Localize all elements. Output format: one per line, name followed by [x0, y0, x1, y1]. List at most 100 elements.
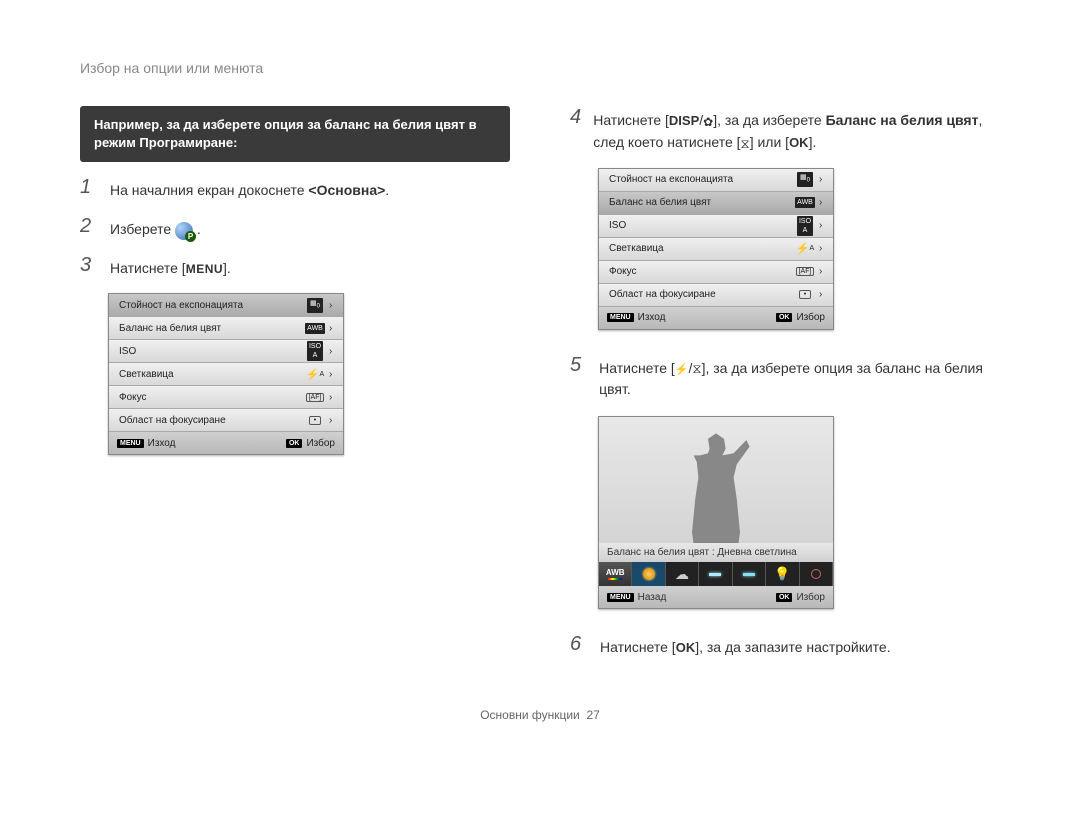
menu-label: Баланс на белия цвят	[609, 197, 791, 208]
step-6: 6 Натиснете [OK], за да запазите настрой…	[570, 633, 1000, 658]
footer-exit-label: Изход	[148, 438, 176, 449]
camera-menu-screenshot-2: Стойност на експонацията ▦0 › Баланс на …	[598, 168, 834, 330]
af-icon: [AF]	[791, 267, 819, 276]
program-mode-icon	[175, 222, 193, 240]
wb-auto-icon: AWB	[795, 197, 815, 208]
chevron-right-icon: ›	[329, 300, 339, 311]
wb-label-value: Дневна светлина	[717, 547, 796, 558]
flash-icon	[675, 358, 689, 379]
exposure-icon: ▦0	[307, 298, 323, 312]
menu-row-focus-area: Област на фокусиране • ›	[599, 284, 833, 307]
menu-row-wb-selected: Баланс на белия цвят AWB ›	[599, 192, 833, 215]
chevron-right-icon: ›	[819, 220, 829, 231]
menu-label: Стойност на експонацията	[119, 300, 301, 311]
menu-badge-icon: MENU	[117, 439, 144, 448]
ok-badge-icon: OK	[776, 593, 793, 602]
chevron-right-icon: ›	[329, 369, 339, 380]
menu-row-iso: ISO ISOA ›	[599, 215, 833, 238]
left-column: Например, за да изберете опция за баланс…	[80, 106, 510, 658]
footer-section-label: Основни функции	[480, 708, 580, 722]
step-number: 5	[570, 354, 589, 377]
step-4-text-e: ].	[809, 134, 817, 150]
preview-footer: MENUНазад OKИзбор	[599, 586, 833, 608]
wb-value-label: Баланс на белия цвят : Дневна светлина	[599, 543, 833, 562]
menu-footer: MENU Изход OKИзбор	[599, 307, 833, 329]
step-4: 4 Натиснете [DISP/], за да изберете Бала…	[570, 106, 1000, 154]
menu-row-iso: ISO ISOA ›	[109, 340, 343, 363]
menu-badge-icon: MENU	[607, 593, 634, 602]
step-number: 4	[570, 106, 583, 129]
wb-tungsten-icon: 💡	[766, 562, 799, 586]
step-1: 1 На началния екран докоснете <Основна>.	[80, 176, 510, 201]
exposure-icon: ▦0	[797, 172, 813, 186]
step-number: 1	[80, 176, 100, 199]
flash-auto-icon: A	[301, 368, 329, 381]
step-3-text-a: Натиснете [	[110, 260, 186, 276]
step-1-text-a: На началния екран докоснете	[110, 182, 308, 198]
menu-row-flash: Светкавица A ›	[599, 238, 833, 261]
footer-exit-label: Изход	[638, 312, 666, 323]
menu-row-focus: Фокус [AF] ›	[599, 261, 833, 284]
step-number: 2	[80, 215, 100, 238]
timer-icon	[741, 133, 750, 154]
flash-auto-icon: A	[791, 242, 819, 255]
menu-label-icon: MENU	[186, 262, 223, 276]
focus-area-icon: •	[301, 416, 329, 425]
preview-image-area	[599, 417, 833, 543]
example-note: Например, за да изберете опция за баланс…	[80, 106, 510, 162]
ok-badge-icon: OK	[776, 313, 793, 322]
menu-label: ISO	[119, 346, 301, 357]
step-4-text-a: Натиснете [	[593, 112, 669, 128]
menu-row-flash: Светкавица A ›	[109, 363, 343, 386]
footer-select-label: Избор	[796, 312, 825, 323]
chevron-right-icon: ›	[329, 346, 339, 357]
menu-badge-icon: MENU	[607, 313, 634, 322]
camera-menu-screenshot-1: Стойност на експонацията ▦0 › Баланс на …	[108, 293, 344, 455]
menu-label: Фокус	[119, 392, 301, 403]
wb-fluorescent-h-icon	[699, 562, 732, 586]
step-2: 2 Изберете .	[80, 215, 510, 240]
page-footer: Основни функции 27	[80, 708, 1000, 722]
menu-label: Светкавица	[609, 243, 791, 254]
page-header: Избор на опции или менюта	[80, 60, 1000, 76]
iso-auto-icon: ISOA	[797, 216, 813, 236]
footer-page-number: 27	[586, 708, 599, 722]
right-column: 4 Натиснете [DISP/], за да изберете Бала…	[570, 106, 1000, 658]
wb-daylight-icon	[632, 562, 665, 586]
camera-preview-screenshot: Баланс на белия цвят : Дневна светлина A…	[598, 416, 834, 609]
menu-row-exposure: Стойност на експонацията ▦0 ›	[109, 294, 343, 317]
menu-label: Стойност на експонацията	[609, 174, 791, 185]
menu-label: Област на фокусиране	[119, 415, 301, 426]
ok-label-icon: OK	[789, 135, 809, 150]
chevron-right-icon: ›	[329, 392, 339, 403]
af-icon: [AF]	[301, 393, 329, 402]
menu-label: Област на фокусиране	[609, 289, 791, 300]
wb-custom-icon	[800, 562, 833, 586]
step-3: 3 Натиснете [MENU].	[80, 254, 510, 279]
focus-area-icon: •	[791, 290, 819, 299]
menu-row-focus: Фокус [AF] ›	[109, 386, 343, 409]
step-2-text-a: Изберете	[110, 221, 175, 237]
chevron-right-icon: ›	[329, 415, 339, 426]
ok-label-icon: OK	[676, 640, 696, 655]
menu-row-focus-area: Област на фокусиране • ›	[109, 409, 343, 432]
step-2-text-b: .	[197, 221, 201, 237]
footer-select-label: Избор	[306, 438, 335, 449]
footer-back-label: Назад	[638, 592, 667, 603]
timer-icon	[692, 358, 701, 379]
chevron-right-icon: ›	[329, 323, 339, 334]
wb-options-row: AWB ☁ 💡	[599, 562, 833, 586]
disp-label-icon: DISP	[669, 113, 699, 128]
step-5: 5 Натиснете [/], за да изберете опция за…	[570, 354, 1000, 401]
chevron-right-icon: ›	[819, 266, 829, 277]
menu-label: Светкавица	[119, 369, 301, 380]
macro-flower-icon	[703, 111, 713, 132]
person-silhouette-icon	[676, 433, 756, 543]
chevron-right-icon: ›	[819, 243, 829, 254]
menu-row-wb: Баланс на белия цвят AWB ›	[109, 317, 343, 340]
step-1-bold: <Основна>	[308, 182, 385, 198]
menu-label: ISO	[609, 220, 791, 231]
wb-auto-icon: AWB	[305, 323, 325, 334]
menu-footer: MENUИзход OKИзбор	[109, 432, 343, 454]
step-3-text-b: ].	[223, 260, 231, 276]
